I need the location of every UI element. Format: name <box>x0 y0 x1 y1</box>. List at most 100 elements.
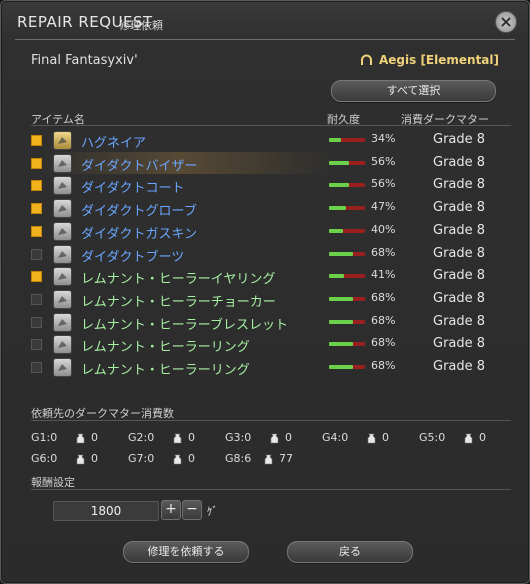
item-checkbox[interactable] <box>31 339 42 351</box>
dark-matter-grade: Grade 8 <box>433 222 486 238</box>
dark-matter-grade: Grade 8 <box>433 154 486 170</box>
reward-plus-button[interactable]: + <box>161 500 181 520</box>
dark-matter-grade-label: G2:0 <box>128 431 155 444</box>
item-checkbox[interactable] <box>31 180 42 192</box>
dark-matter-amount: 0 <box>285 431 292 444</box>
item-name: レムナント・ヒーラーチョーカー <box>81 294 276 310</box>
item-row[interactable]: ダイダクトガスキン 40% Grade 8 <box>1 220 529 242</box>
item-checkbox[interactable] <box>31 316 42 328</box>
durability-bar <box>329 138 365 142</box>
durability-bar <box>329 365 365 369</box>
item-checkbox[interactable] <box>31 248 42 260</box>
item-row[interactable]: ダイダクトブーツ 68% Grade 8 <box>1 243 529 265</box>
item-name: レムナント・ヒーラーリング <box>81 363 250 378</box>
item-checkbox[interactable] <box>31 203 42 215</box>
durability-percent: 34% <box>371 132 396 145</box>
dark-matter-grade: Grade 8 <box>433 268 486 284</box>
item-name: ダイダクトコート <box>81 181 185 197</box>
dark-matter-grade-label: G6:0 <box>31 452 58 465</box>
durability-bar <box>329 251 365 256</box>
coat-icon <box>53 176 72 196</box>
item-checkbox[interactable] <box>31 293 42 305</box>
ring-icon <box>53 358 72 377</box>
item-checkbox[interactable] <box>31 135 42 146</box>
item-name: ダイダクトバイザー <box>81 158 198 174</box>
glove-icon <box>53 199 72 219</box>
earring-icon <box>53 267 72 287</box>
dark-matter-grade: Grade 8 <box>433 132 486 147</box>
reward-input[interactable]: 1800 <box>53 501 159 521</box>
durability-percent: 41% <box>371 268 396 282</box>
dark-matter-grade: Grade 8 <box>433 245 486 261</box>
dark-matter-title: 依頼先のダークマター消費数 <box>31 407 174 420</box>
reward-title: 報酬設定 <box>31 476 75 489</box>
bracelet-icon <box>53 312 72 332</box>
dark-matter-grade-label: G5:0 <box>419 431 446 444</box>
item-row[interactable]: レムナント・ヒーラーチョーカー 68% Grade 8 <box>1 288 529 310</box>
durability-percent: 68% <box>371 245 396 259</box>
dark-matter-count: G3:0 0 <box>225 431 315 445</box>
pants-icon <box>53 221 72 241</box>
durability-bar <box>329 296 365 301</box>
choker-icon <box>53 289 72 309</box>
durability-bar <box>329 206 365 211</box>
dark-matter-count: G8:6 77 <box>225 452 315 466</box>
repair-request-window: REPAIR REQUEST 修理依頼 Final Fantasyxiv' Ae… <box>0 0 530 584</box>
dark-matter-icon <box>173 454 182 465</box>
durability-percent: 68% <box>371 336 396 350</box>
currency-icon: ｹﾞ <box>207 505 218 518</box>
dark-matter-count: G2:0 0 <box>128 431 218 445</box>
ring-icon <box>53 335 72 355</box>
item-name: レムナント・ヒーラーイヤリング <box>81 272 276 288</box>
item-checkbox[interactable] <box>31 362 42 373</box>
title-divider <box>15 39 515 40</box>
dark-matter-amount: 0 <box>188 452 195 465</box>
item-name: ハグネイア <box>81 136 147 151</box>
close-icon[interactable] <box>495 11 517 33</box>
durability-bar <box>329 342 365 347</box>
item-name: ダイダクトグローブ <box>81 204 197 220</box>
dark-matter-icon <box>464 433 473 444</box>
item-row[interactable]: ダイダクトバイザー 56% Grade 8 <box>1 151 529 174</box>
window-subtitle: 修理依頼 <box>119 19 163 32</box>
item-name: ダイダクトブーツ <box>81 249 185 265</box>
dark-matter-amount: 0 <box>479 431 486 444</box>
durability-bar <box>329 319 365 324</box>
dark-matter-amount: 0 <box>382 431 389 444</box>
durability-percent: 56% <box>371 154 396 168</box>
reward-minus-button[interactable]: − <box>182 500 202 520</box>
server-name: Aegis [Elemental] <box>379 53 499 67</box>
select-all-button[interactable]: すべて選択 <box>331 80 496 102</box>
dark-matter-grade-label: G7:0 <box>128 452 155 465</box>
durability-bar <box>329 160 365 165</box>
item-row[interactable]: レムナント・ヒーラーイヤリング 41% Grade 8 <box>1 265 529 287</box>
world-name: Final Fantasyxiv' <box>31 53 138 68</box>
dark-matter-icon <box>367 433 376 444</box>
axe-icon <box>53 131 72 150</box>
dark-matter-grade: Grade 8 <box>433 313 486 329</box>
durability-bar <box>329 274 365 279</box>
dark-matter-amount: 77 <box>279 452 293 465</box>
header-divider <box>31 125 511 126</box>
dark-matter-grade-label: G3:0 <box>225 431 252 444</box>
item-checkbox[interactable] <box>31 157 42 169</box>
durability-bar <box>329 228 365 233</box>
item-checkbox[interactable] <box>31 271 42 283</box>
request-repair-button[interactable]: 修理を依頼する <box>123 541 249 563</box>
item-checkbox[interactable] <box>31 225 42 237</box>
item-row[interactable]: レムナント・ヒーラーリング 68% Grade 8 <box>1 333 529 355</box>
title-bar[interactable]: REPAIR REQUEST 修理依頼 <box>1 1 529 43</box>
item-row[interactable]: ダイダクトグローブ 47% Grade 8 <box>1 197 529 219</box>
dark-matter-count: G1:0 0 <box>31 431 121 445</box>
dark-matter-icon <box>173 433 182 444</box>
dark-matter-grade: Grade 8 <box>433 200 486 216</box>
item-row[interactable]: ハグネイア 34% Grade 8 <box>1 129 529 151</box>
back-button[interactable]: 戻る <box>287 541 413 563</box>
durability-percent: 68% <box>371 313 396 327</box>
server-icon <box>361 54 372 65</box>
dark-matter-icon <box>76 454 85 465</box>
item-row[interactable]: レムナント・ヒーラーブレスレット 68% Grade 8 <box>1 311 529 333</box>
reward-divider <box>31 489 511 490</box>
item-row[interactable]: ダイダクトコート 56% Grade 8 <box>1 174 529 196</box>
item-row[interactable]: レムナント・ヒーラーリング 68% Grade 8 <box>1 356 529 378</box>
